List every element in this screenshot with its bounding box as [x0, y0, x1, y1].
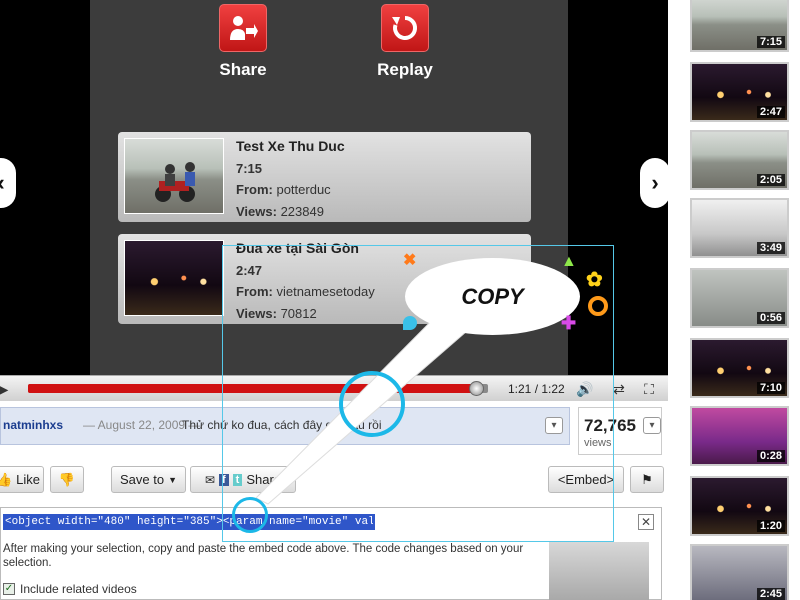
thumbnail-duration: 0:56 [756, 312, 785, 324]
bubble-sparkle-icon [403, 316, 417, 330]
sidebar-video-thumbnail[interactable]: 0:56 [690, 268, 789, 328]
sidebar-video-thumbnail[interactable]: 2:47 [690, 62, 789, 122]
screen: Share Replay Test Xe Thu Duc 7:15 From: … [0, 0, 800, 600]
copy-speech-bubble: COPY [405, 258, 580, 335]
plus-sparkle-icon: ✚ [561, 313, 577, 333]
sidebar-video-thumbnail[interactable]: 7:15 [690, 0, 789, 52]
highlight-ring [232, 497, 268, 533]
sidebar-video-thumbnail[interactable]: 1:20 [690, 476, 789, 536]
sidebar-video-thumbnail[interactable]: 2:45 [690, 544, 789, 600]
thumbnail-duration: 2:47 [756, 106, 785, 118]
thumbnail-duration: 7:15 [756, 36, 785, 48]
thumbnail-duration: 2:05 [756, 174, 785, 186]
sidebar-video-thumbnail[interactable]: 0:28 [690, 406, 789, 466]
thumbnail-duration: 0:28 [756, 450, 785, 462]
sidebar-video-thumbnail[interactable]: 7:10 [690, 338, 789, 398]
sidebar-video-thumbnail[interactable]: 2:05 [690, 130, 789, 190]
circle-sparkle-icon [588, 296, 608, 316]
thumbnail-duration: 1:20 [756, 520, 785, 532]
sparkle-glyph-icon: ▲ [561, 253, 577, 270]
cross-sparkle-icon: ✖ [403, 252, 417, 269]
highlight-ring [339, 371, 405, 437]
thumbnail-duration: 7:10 [756, 382, 785, 394]
related-sidebar: 7:15 2:47 2:05 3:49 0:56 7:10 0:28 1:20 … [668, 0, 800, 600]
thumbnail-duration: 2:45 [756, 588, 785, 600]
thumbnail-duration: 3:49 [756, 242, 785, 254]
sidebar-video-thumbnail[interactable]: 3:49 [690, 198, 789, 258]
flower-sparkle-icon: ✿ [586, 269, 603, 291]
